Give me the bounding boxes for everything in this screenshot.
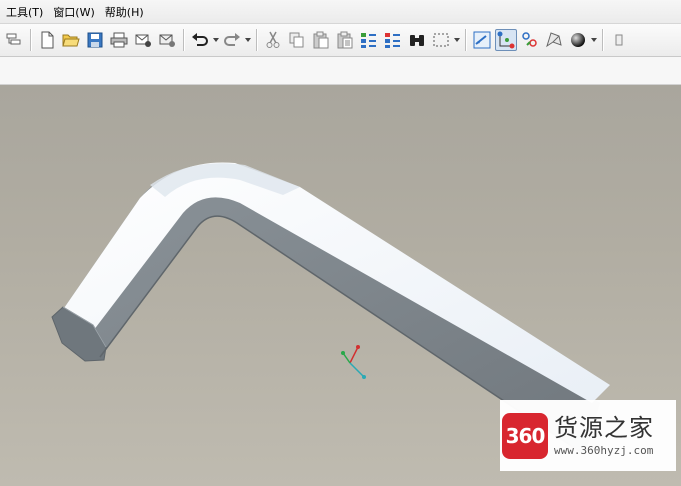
save-icon[interactable] — [84, 29, 106, 51]
cut-icon[interactable] — [262, 29, 284, 51]
paste-icon[interactable] — [310, 29, 332, 51]
select-dropdown-icon[interactable] — [453, 29, 461, 51]
send-mail-icon[interactable] — [132, 29, 154, 51]
new-file-icon[interactable] — [36, 29, 58, 51]
main-toolbar — [0, 24, 681, 57]
datum-plane-icon[interactable] — [471, 29, 493, 51]
menu-bar: 工具(T) 窗口(W) 帮助(H) — [0, 0, 681, 24]
datum-axis-icon[interactable] — [495, 29, 517, 51]
watermark-badge: 360 货源之家 www.360hyzj.com — [500, 400, 676, 471]
mail-close-icon[interactable] — [156, 29, 178, 51]
redo-icon[interactable] — [221, 29, 243, 51]
watermark-title: 货源之家 — [554, 414, 654, 442]
toolbar-separator — [183, 29, 184, 51]
copy-icon[interactable] — [286, 29, 308, 51]
watermark-text: 货源之家 www.360hyzj.com — [554, 414, 654, 457]
shading-dropdown-icon[interactable] — [590, 29, 598, 51]
select-box-icon[interactable] — [430, 29, 452, 51]
undo-dropdown-icon[interactable] — [212, 29, 220, 51]
regenerate-model-icon[interactable] — [358, 29, 380, 51]
menu-tools[interactable]: 工具(T) — [4, 4, 51, 20]
coordinate-system-icon[interactable] — [543, 29, 565, 51]
menu-help[interactable]: 帮助(H) — [103, 4, 152, 20]
watermark-logo: 360 — [502, 412, 548, 459]
find-binoculars-icon[interactable] — [406, 29, 428, 51]
regenerate-manager-icon[interactable] — [382, 29, 404, 51]
shading-sphere-icon[interactable] — [567, 29, 589, 51]
toolbar-overflow-icon[interactable] — [608, 29, 630, 51]
paste-special-icon[interactable] — [334, 29, 356, 51]
watermark-url: www.360hyzj.com — [554, 444, 654, 457]
print-icon[interactable] — [108, 29, 130, 51]
toolbar-separator — [30, 29, 31, 51]
regenerate-icon[interactable] — [3, 29, 25, 51]
toolbar-separator — [602, 29, 603, 51]
open-folder-icon[interactable] — [60, 29, 82, 51]
secondary-toolbar — [0, 57, 681, 85]
menu-window[interactable]: 窗口(W) — [51, 4, 102, 20]
redo-dropdown-icon[interactable] — [244, 29, 252, 51]
toolbar-separator — [465, 29, 466, 51]
undo-icon[interactable] — [189, 29, 211, 51]
toolbar-separator — [256, 29, 257, 51]
datum-point-icon[interactable] — [519, 29, 541, 51]
coordinate-triad — [341, 345, 366, 379]
